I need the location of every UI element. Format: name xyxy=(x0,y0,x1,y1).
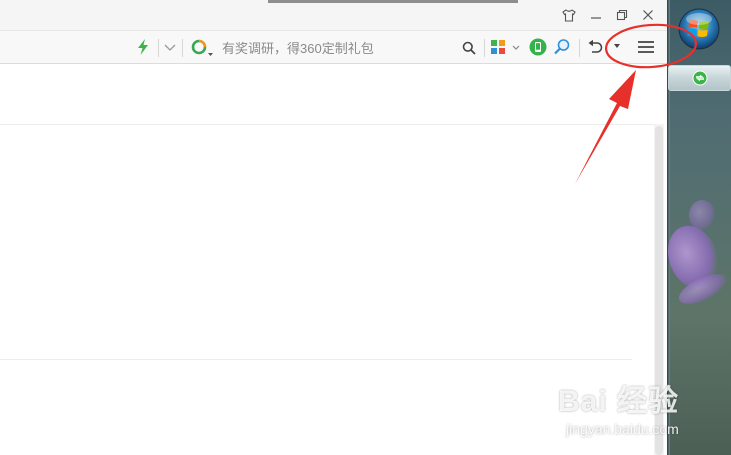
undo-icon[interactable] xyxy=(586,38,604,56)
windows-start-orb-icon[interactable] xyxy=(676,6,722,52)
minimize-icon[interactable] xyxy=(586,6,606,24)
baidu-jingyan-watermark: Bai 经验 xyxy=(558,385,680,418)
close-icon[interactable] xyxy=(638,6,658,24)
360-browser-task-icon xyxy=(692,70,707,86)
phone-icon[interactable] xyxy=(528,37,548,57)
toolbar-separator xyxy=(484,39,485,57)
taskbar-browser-button[interactable] xyxy=(668,65,731,91)
restore-icon[interactable] xyxy=(612,6,632,24)
apps-icon[interactable] xyxy=(489,38,521,58)
search-icon[interactable] xyxy=(460,39,478,57)
watermark-url: jingyan.baidu.com xyxy=(566,421,679,437)
toolbar: 有奖调研，得360定制礼包 xyxy=(0,30,667,64)
undo-dropdown-icon[interactable] xyxy=(611,40,623,52)
hamburger-menu-icon[interactable] xyxy=(636,38,656,56)
360-search-icon[interactable] xyxy=(189,37,215,59)
wallpaper-flower xyxy=(689,200,715,230)
title-bar xyxy=(0,0,667,30)
toolbar-separator xyxy=(182,39,183,57)
toolbar-separator xyxy=(579,39,580,57)
content-divider xyxy=(0,359,632,360)
tab-strip-edge xyxy=(268,0,518,3)
search-input[interactable]: 有奖调研，得360定制礼包 xyxy=(222,38,374,57)
content-divider xyxy=(0,124,654,125)
chevron-down-icon[interactable] xyxy=(161,39,179,57)
toolbar-separator xyxy=(158,39,159,57)
lightning-icon[interactable] xyxy=(134,38,152,56)
skin-icon[interactable] xyxy=(559,6,579,24)
magnifier-icon[interactable] xyxy=(552,37,572,57)
